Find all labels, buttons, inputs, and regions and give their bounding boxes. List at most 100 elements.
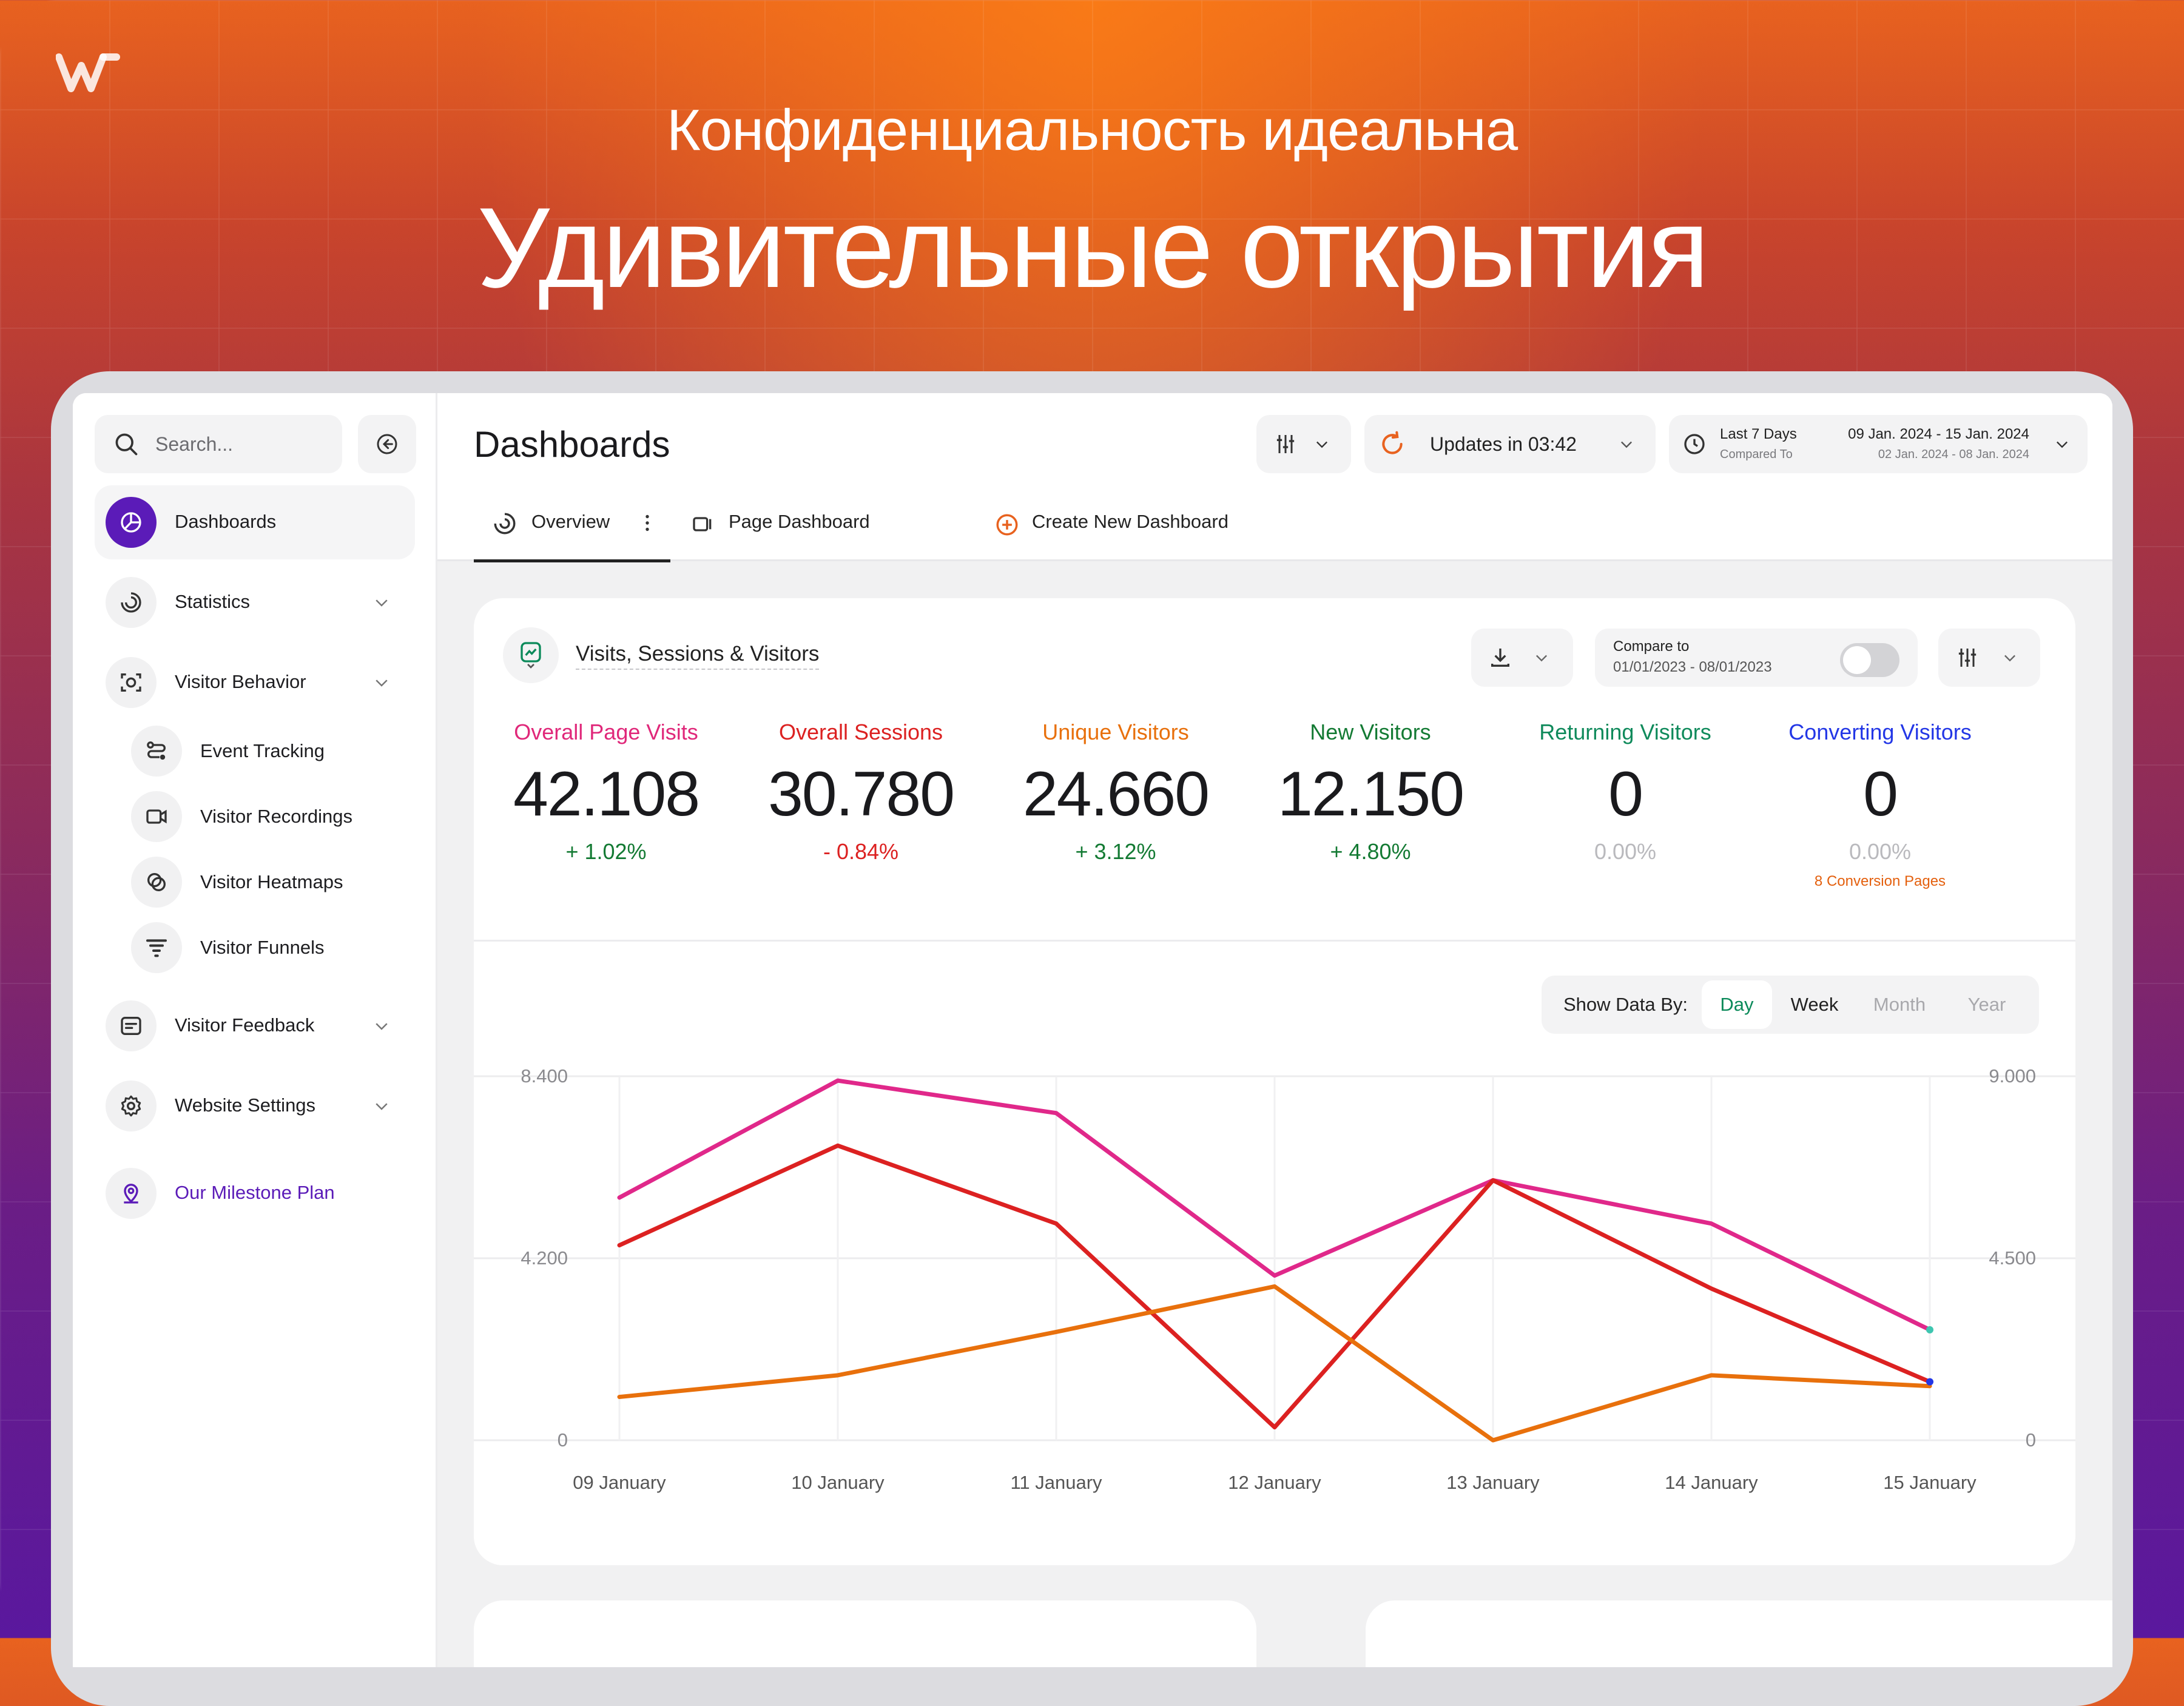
statistics-icon (106, 577, 157, 628)
chevron-down-icon (376, 1103, 388, 1110)
stat-delta: + 4.80% (1330, 839, 1411, 864)
sidebar-item-visitor-heatmaps[interactable]: Visitor Heatmaps (131, 852, 410, 912)
refresh-icon (1382, 431, 1403, 454)
event-tracking-icon (131, 726, 182, 777)
tab-create-dashboard[interactable]: Create New Dashboard (994, 505, 1249, 559)
sidebar-item-statistics[interactable]: Statistics (95, 565, 415, 639)
card-menu-button[interactable] (503, 627, 559, 683)
funnel-icon (131, 922, 182, 973)
more-vertical-icon[interactable] (636, 512, 658, 534)
x-tick-label: 09 January (573, 1472, 666, 1493)
download-icon (1491, 649, 1509, 667)
stat-new-visitors: New Visitors 12.150 + 4.80% (1243, 720, 1498, 865)
x-tick-label: 10 January (791, 1472, 885, 1493)
line-chart-icon (521, 642, 541, 669)
hero-title: Удивительные открытия (477, 184, 1709, 311)
compared-dates: 02 Jan. 2024 - 08 Jan. 2024 (1878, 448, 2029, 461)
collapse-sidebar-button[interactable] (358, 415, 416, 473)
range-dates: 09 Jan. 2024 - 15 Jan. 2024 (1848, 426, 2029, 442)
sidebar-item-website-settings[interactable]: Website Settings (95, 1069, 415, 1143)
chevron-down-icon (1316, 441, 1327, 448)
stat-delta: + 1.02% (565, 839, 647, 864)
period-year[interactable]: Year (1952, 980, 2022, 1029)
sidebar-item-event-tracking[interactable]: Event Tracking (131, 721, 410, 781)
sidebar-item-milestone-plan[interactable]: Our Milestone Plan (95, 1156, 415, 1230)
chevron-down-icon (2004, 655, 2015, 662)
chevron-down-icon (376, 1023, 388, 1030)
sidebar-item-label: Statistics (175, 591, 251, 612)
stat-overall-sessions: Overall Sessions 30.780 - 0.84% (733, 720, 988, 865)
gear-icon (106, 1081, 157, 1131)
series-end-marker (1926, 1326, 1933, 1333)
tab-label: Overview (531, 511, 610, 532)
compare-dates: 01/01/2023 - 08/01/2023 (1613, 659, 1772, 675)
secondary-card (474, 1600, 1256, 1667)
tab-label: Page Dashboard (729, 511, 870, 532)
stat-label: New Visitors (1310, 720, 1431, 744)
stat-value: 0 (1608, 759, 1643, 829)
period-week[interactable]: Week (1779, 980, 1850, 1029)
hero-subtitle: Конфиденциальность идеальна (666, 98, 1518, 163)
stat-returning-visitors: Returning Visitors 0 0.00% (1498, 720, 1753, 865)
search-icon (115, 433, 138, 456)
compare-label: Compare to (1613, 638, 1690, 655)
card-settings-button[interactable] (1938, 629, 2040, 687)
stat-converting-visitors: Converting Visitors 0 0.00% 8 Conversion… (1753, 720, 2007, 890)
feedback-icon (106, 1000, 157, 1051)
sidebar-item-label: Visitor Funnels (200, 937, 325, 958)
chevron-down-icon (376, 599, 388, 607)
tab-page-dashboard[interactable]: Page Dashboard (691, 505, 885, 559)
add-circle-icon (996, 514, 1018, 536)
sidebar-item-dashboards[interactable]: Dashboards (95, 485, 415, 559)
stat-value: 0 (1863, 759, 1898, 829)
x-tick-label: 13 January (1446, 1472, 1540, 1493)
y-left-tick-label: 0 (558, 1429, 568, 1451)
period-month[interactable]: Month (1857, 980, 1942, 1029)
tab-overview[interactable]: Overview (474, 505, 670, 562)
period-day[interactable]: Day (1702, 980, 1772, 1029)
sidebar-item-visitor-funnels[interactable]: Visitor Funnels (131, 917, 410, 978)
sidebar-item-label: Visitor Feedback (175, 1014, 315, 1036)
auto-update-dropdown[interactable]: Updates in 03:42 (1364, 415, 1656, 473)
chevron-down-icon (1536, 655, 1547, 662)
page-title: Dashboards (474, 424, 670, 465)
sliders-icon (1276, 435, 1295, 453)
visits-card: Visits, Sessions & Visitors Compare to 0… (474, 598, 2075, 1565)
compare-toggle[interactable] (1840, 643, 1899, 677)
sidebar-item-visitor-recordings[interactable]: Visitor Recordings (131, 786, 410, 847)
map-pin-icon (106, 1168, 157, 1219)
sidebar-item-visitor-feedback[interactable]: Visitor Feedback (95, 989, 415, 1063)
secondary-card (1366, 1600, 2112, 1667)
filter-settings-button[interactable] (1256, 415, 1351, 473)
main-content: Dashboards Updates in 03:42 Last 7 Days … (437, 393, 2112, 1667)
stat-value: 12.150 (1277, 759, 1464, 829)
stat-value: 42.108 (513, 759, 700, 829)
header: Dashboards Updates in 03:42 Last 7 Days … (437, 393, 2112, 562)
sidebar: Search... Dashboards Statistics Visitor … (73, 393, 437, 1667)
line-chart: 8.400 9.0004.200 4.5000 009 January 10 Janua… (474, 1065, 2075, 1493)
x-tick-label: 11 January (1010, 1472, 1102, 1493)
stat-value: 24.660 (1022, 759, 1210, 829)
search-input[interactable]: Search... (95, 415, 342, 473)
y-right-tick-label: 9.000 (1989, 1065, 2036, 1087)
sidebar-item-label: Our Milestone Plan (175, 1182, 335, 1203)
y-left-tick-label: 4.200 (521, 1247, 568, 1269)
conversion-pages-link[interactable]: 8 Conversion Pages (1753, 873, 2007, 890)
clock-icon (1684, 434, 1705, 454)
show-data-by: Show Data By: Day Week Month Year (1542, 976, 2039, 1034)
update-countdown: Updates in 03:42 (1430, 433, 1577, 455)
x-tick-label: 15 January (1883, 1472, 1977, 1493)
sidebar-item-visitor-behavior[interactable]: Visitor Behavior (95, 646, 415, 720)
download-button[interactable] (1471, 629, 1573, 687)
compared-label: Compared To (1720, 448, 1793, 461)
stat-label: Returning Visitors (1539, 720, 1711, 744)
stat-label: Converting Visitors (1788, 720, 1972, 744)
sidebar-item-label: Event Tracking (200, 740, 325, 761)
date-range-picker[interactable]: Last 7 Days Compared To 09 Jan. 2024 - 1… (1669, 415, 2088, 473)
sidebar-item-label: Website Settings (175, 1094, 316, 1116)
sidebar-item-label: Visitor Heatmaps (200, 871, 343, 892)
show-data-by-label: Show Data By: (1563, 994, 1688, 1015)
stat-overall-page-visits: Overall Page Visits 42.108 + 1.02% (479, 720, 733, 865)
stat-delta: 0.00% (1594, 839, 1657, 864)
sidebar-item-label: Visitor Behavior (175, 671, 306, 692)
